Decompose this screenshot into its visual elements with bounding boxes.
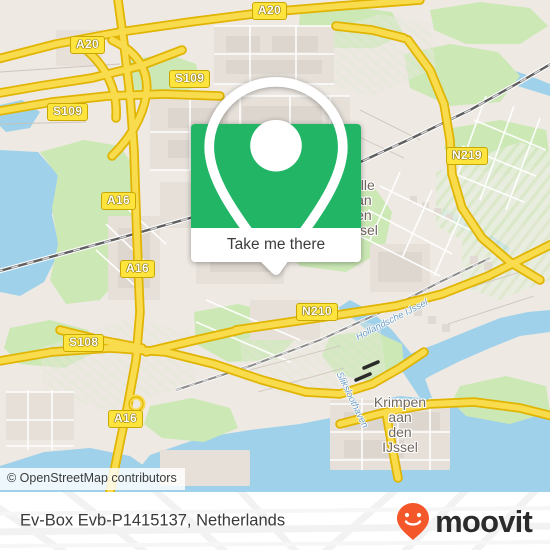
take-me-there-label: Take me there (226, 236, 326, 253)
footer-bar: Ev-Box Evb-P1415137, Netherlands moovit (0, 492, 550, 550)
poi-card-image-area (191, 77, 361, 275)
map-canvas[interactable]: A20A20S109S109A16A16S108A16N219N210 pell… (0, 0, 550, 492)
location-title: Ev-Box Evb-P1415137, Netherlands (20, 511, 286, 530)
moovit-logo[interactable]: moovit (394, 501, 533, 541)
moovit-wordmark: moovit (435, 503, 533, 539)
moovit-smile-pin-icon (397, 503, 430, 540)
map-pin-icon (204, 77, 348, 275)
moovit-map-screenshot: A20A20S109S109A16A16S108A16N219N210 pell… (0, 0, 550, 550)
poi-card-pointer (261, 262, 283, 273)
osm-attribution[interactable]: © OpenStreetMap contributors (0, 468, 185, 490)
poi-callout-card[interactable]: Take me there (191, 77, 361, 275)
